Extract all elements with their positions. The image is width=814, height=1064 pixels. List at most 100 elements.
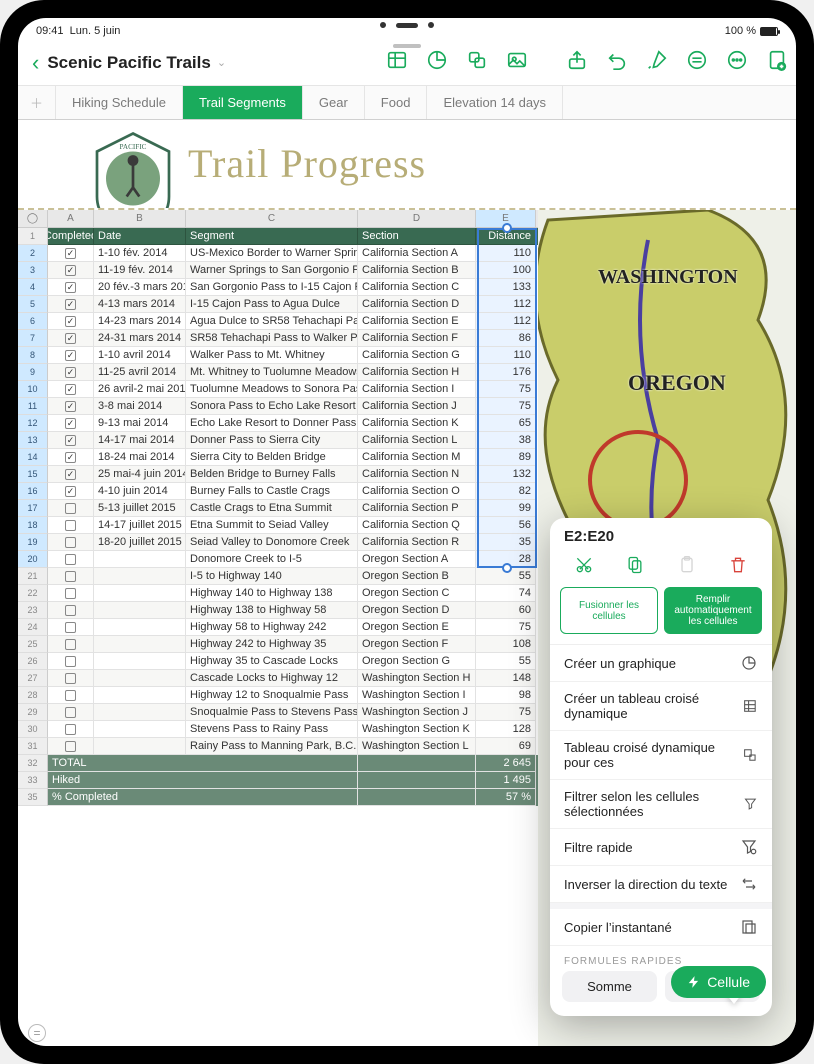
- cell-section[interactable]: Oregon Section B: [358, 568, 476, 585]
- cell-distance[interactable]: 89: [476, 449, 536, 466]
- cell-section[interactable]: California Section C: [358, 279, 476, 296]
- cell-completed[interactable]: [48, 262, 94, 279]
- cell-date[interactable]: 5-13 juillet 2015: [94, 500, 186, 517]
- cell-section[interactable]: California Section G: [358, 347, 476, 364]
- row-number[interactable]: 5: [18, 296, 48, 313]
- cell-segment[interactable]: Cascade Locks to Highway 12: [186, 670, 358, 687]
- cell-section[interactable]: California Section R: [358, 534, 476, 551]
- cell-distance[interactable]: 60: [476, 602, 536, 619]
- organize-icon[interactable]: [686, 49, 708, 76]
- cell-date[interactable]: 20 fév.-3 mars 2014: [94, 279, 186, 296]
- new-sheet-icon[interactable]: [766, 49, 788, 76]
- document-menu-caret[interactable]: ⌄: [213, 56, 226, 69]
- row-number[interactable]: 11: [18, 398, 48, 415]
- cell-date[interactable]: [94, 568, 186, 585]
- cell-distance[interactable]: 38: [476, 432, 536, 449]
- cell-segment[interactable]: Seiad Valley to Donomore Creek: [186, 534, 358, 551]
- cell-completed[interactable]: [48, 636, 94, 653]
- merge-cells-button[interactable]: Fusionner les cellules: [560, 587, 658, 634]
- cell-section[interactable]: Washington Section L: [358, 738, 476, 755]
- cell-date[interactable]: [94, 738, 186, 755]
- row-number[interactable]: 18: [18, 517, 48, 534]
- row-number[interactable]: 24: [18, 619, 48, 636]
- undo-icon[interactable]: [606, 49, 628, 76]
- cell-section[interactable]: California Section Q: [358, 517, 476, 534]
- cell-segment[interactable]: Echo Lake Resort to Donner Pass: [186, 415, 358, 432]
- sheet-tab[interactable]: Hiking Schedule: [56, 86, 183, 119]
- cell-segment[interactable]: Donomore Creek to I-5: [186, 551, 358, 568]
- cell-distance[interactable]: 55: [476, 568, 536, 585]
- cell-section[interactable]: Oregon Section D: [358, 602, 476, 619]
- cell-segment[interactable]: Highway 140 to Highway 138: [186, 585, 358, 602]
- row-number[interactable]: 10: [18, 381, 48, 398]
- add-sheet-button[interactable]: ＋: [18, 86, 56, 119]
- cell-segment[interactable]: SR58 Tehachapi Pass to Walker Pass: [186, 330, 358, 347]
- select-all-corner[interactable]: ◯: [18, 210, 48, 227]
- cell-distance[interactable]: 112: [476, 296, 536, 313]
- more-icon[interactable]: [726, 49, 748, 76]
- cell-completed[interactable]: [48, 534, 94, 551]
- cell-date[interactable]: [94, 585, 186, 602]
- cell-section[interactable]: California Section B: [358, 262, 476, 279]
- cell-completed[interactable]: [48, 245, 94, 262]
- cell-section[interactable]: California Section O: [358, 483, 476, 500]
- row-number[interactable]: 15: [18, 466, 48, 483]
- cell-section[interactable]: Oregon Section G: [358, 653, 476, 670]
- cell-distance[interactable]: 82: [476, 483, 536, 500]
- row-number[interactable]: 26: [18, 653, 48, 670]
- delete-icon[interactable]: [724, 553, 752, 577]
- insert-table-icon[interactable]: [386, 49, 408, 76]
- cell-segment[interactable]: Snoqualmie Pass to Stevens Pass: [186, 704, 358, 721]
- cell-date[interactable]: [94, 602, 186, 619]
- cell-segment[interactable]: Burney Falls to Castle Crags: [186, 483, 358, 500]
- col-header-E[interactable]: E: [476, 210, 536, 227]
- cell-date[interactable]: 9-13 mai 2014: [94, 415, 186, 432]
- cell-completed[interactable]: [48, 313, 94, 330]
- cell-date[interactable]: 24-31 mars 2014: [94, 330, 186, 347]
- cell-distance[interactable]: 28: [476, 551, 536, 568]
- cell-completed[interactable]: [48, 296, 94, 313]
- cell-completed[interactable]: [48, 466, 94, 483]
- share-icon[interactable]: [566, 49, 588, 76]
- row-number[interactable]: 25: [18, 636, 48, 653]
- cell-section[interactable]: California Section P: [358, 500, 476, 517]
- cell-segment[interactable]: I-15 Cajon Pass to Agua Dulce: [186, 296, 358, 313]
- cell-distance[interactable]: 75: [476, 398, 536, 415]
- cell-section[interactable]: Oregon Section A: [358, 551, 476, 568]
- insert-chart-icon[interactable]: [426, 49, 448, 76]
- row-number[interactable]: 31: [18, 738, 48, 755]
- cell-segment[interactable]: Agua Dulce to SR58 Tehachapi Pass: [186, 313, 358, 330]
- cell-distance[interactable]: 110: [476, 245, 536, 262]
- copy-icon[interactable]: [621, 553, 649, 577]
- row-number[interactable]: 3: [18, 262, 48, 279]
- cell-date[interactable]: [94, 636, 186, 653]
- spreadsheet[interactable]: ◯ A B C D E 1 Completed Date Segment Sec…: [18, 210, 538, 1046]
- cell-distance[interactable]: 75: [476, 619, 536, 636]
- col-header-C[interactable]: C: [186, 210, 358, 227]
- insert-shape-icon[interactable]: [466, 49, 488, 76]
- cell-distance[interactable]: 69: [476, 738, 536, 755]
- cell-section[interactable]: California Section K: [358, 415, 476, 432]
- cell-date[interactable]: [94, 670, 186, 687]
- cell-date[interactable]: 4-13 mars 2014: [94, 296, 186, 313]
- cell-section[interactable]: Oregon Section C: [358, 585, 476, 602]
- cell-section[interactable]: California Section D: [358, 296, 476, 313]
- cell-completed[interactable]: [48, 704, 94, 721]
- row-number[interactable]: 16: [18, 483, 48, 500]
- add-row-button[interactable]: =: [28, 1024, 46, 1042]
- row-number[interactable]: 13: [18, 432, 48, 449]
- paste-icon[interactable]: [673, 553, 701, 577]
- autofill-cells-button[interactable]: Remplir automatiquement les cellules: [664, 587, 762, 634]
- cell-distance[interactable]: 133: [476, 279, 536, 296]
- cell-completed[interactable]: [48, 415, 94, 432]
- cell-date[interactable]: 25 mai-4 juin 2014: [94, 466, 186, 483]
- row-number[interactable]: 2: [18, 245, 48, 262]
- cell-date[interactable]: [94, 619, 186, 636]
- cell-date[interactable]: 11-19 fév. 2014: [94, 262, 186, 279]
- cell-completed[interactable]: [48, 398, 94, 415]
- col-header-B[interactable]: B: [94, 210, 186, 227]
- cell-date[interactable]: 14-23 mars 2014: [94, 313, 186, 330]
- cell-section[interactable]: Oregon Section F: [358, 636, 476, 653]
- cell-section[interactable]: Washington Section I: [358, 687, 476, 704]
- cell-section[interactable]: California Section A: [358, 245, 476, 262]
